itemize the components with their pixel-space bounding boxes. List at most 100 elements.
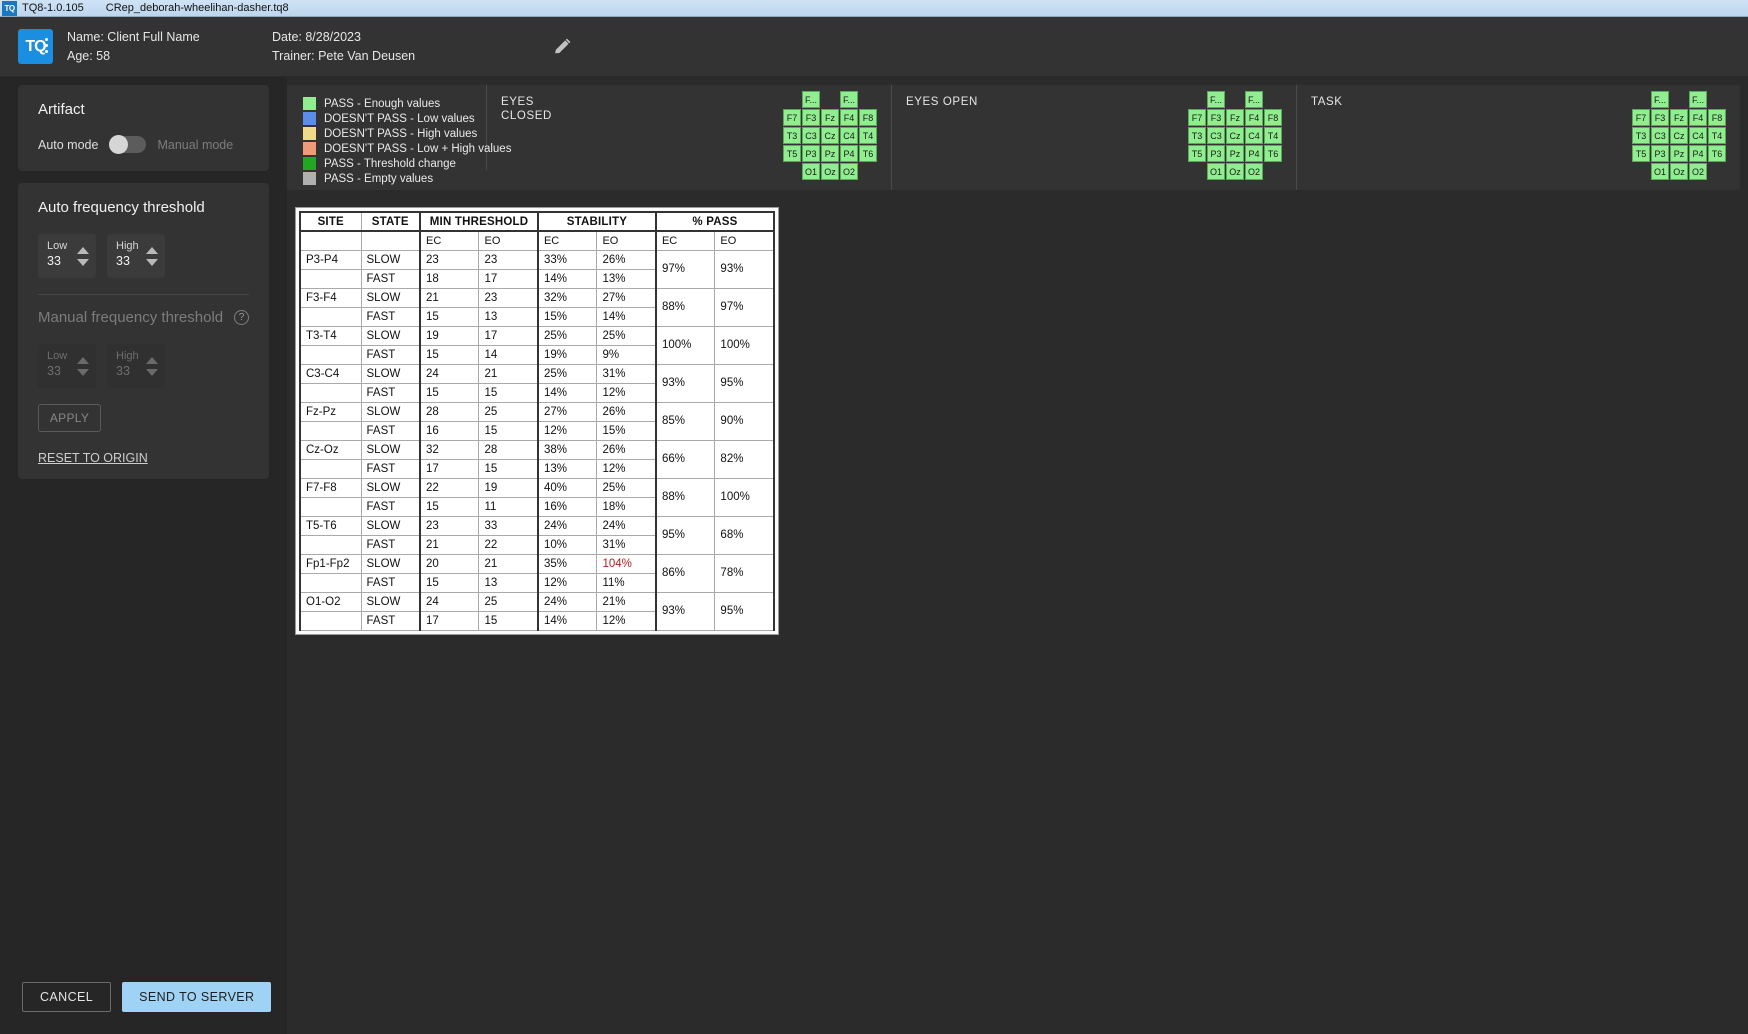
- cell-stability-eo: 104%: [596, 553, 657, 574]
- auto-low-stepper[interactable]: Low 33: [38, 234, 96, 278]
- head-map-site-cell[interactable]: Oz: [821, 163, 839, 180]
- pencil-icon[interactable]: [552, 37, 572, 57]
- head-map-site-cell[interactable]: F3: [802, 109, 820, 126]
- head-map-site-cell[interactable]: F4: [1689, 109, 1707, 126]
- head-map-site-cell[interactable]: T6: [1264, 145, 1282, 162]
- head-map-site-cell[interactable]: F8: [859, 109, 877, 126]
- head-map-site-cell[interactable]: Fz: [821, 109, 839, 126]
- apply-button[interactable]: APPLY: [38, 404, 101, 432]
- reset-to-origin-link[interactable]: RESET TO ORIGIN: [38, 451, 249, 465]
- head-map-site-cell[interactable]: Cz: [821, 127, 839, 144]
- head-map-site-cell[interactable]: O1: [1651, 163, 1669, 180]
- manual-high-decrement-icon[interactable]: [146, 368, 158, 376]
- head-map-site-cell[interactable]: C4: [840, 127, 858, 144]
- head-map-site-cell[interactable]: F7: [1632, 109, 1650, 126]
- head-map-site-cell[interactable]: P3: [1651, 145, 1669, 162]
- table-row[interactable]: Fz-Pz SLOW 28 25 27% 26% 85% 90%: [298, 401, 776, 441]
- head-map-site-cell[interactable]: F...: [1207, 91, 1225, 108]
- legend-label: DOESN'T PASS - Low values: [324, 112, 475, 125]
- head-map-site-cell[interactable]: T3: [1188, 127, 1206, 144]
- head-map-site-cell[interactable]: T4: [859, 127, 877, 144]
- table-row[interactable]: C3-C4 SLOW 24 21 25% 31% 93% 95%: [298, 363, 776, 403]
- head-map-site-cell[interactable]: Cz: [1226, 127, 1244, 144]
- head-map-site-cell[interactable]: F...: [840, 91, 858, 108]
- head-map-site-cell[interactable]: T3: [1632, 127, 1650, 144]
- table-row[interactable]: Cz-Oz SLOW 32 28 38% 26% 66% 82%: [298, 439, 776, 479]
- manual-low-stepper[interactable]: Low 33: [38, 344, 96, 388]
- head-map-site-cell[interactable]: F...: [1689, 91, 1707, 108]
- cell-state: FAST: [360, 306, 421, 327]
- table-row[interactable]: F3-F4 SLOW 21 23 32% 27% 88% 97%: [298, 287, 776, 327]
- auto-high-increment-icon[interactable]: [146, 246, 158, 254]
- table-row[interactable]: O1-O2 SLOW 24 25 24% 21% 93% 95%: [298, 591, 776, 631]
- head-map-site-cell[interactable]: O2: [840, 163, 858, 180]
- artifact-mode-toggle[interactable]: [109, 135, 147, 154]
- head-map-site-cell[interactable]: T4: [1708, 127, 1726, 144]
- head-map-site-cell[interactable]: T6: [859, 145, 877, 162]
- head-map-site-cell[interactable]: T5: [783, 145, 801, 162]
- head-map-site-cell[interactable]: Pz: [821, 145, 839, 162]
- cell-stability-eo: 12%: [596, 610, 657, 631]
- table-row[interactable]: T3-T4 SLOW 19 17 25% 25% 100% 100%: [298, 325, 776, 365]
- head-map-site-cell[interactable]: P3: [1207, 145, 1225, 162]
- cell-state: SLOW: [360, 553, 421, 574]
- head-map-site-cell[interactable]: C4: [1245, 127, 1263, 144]
- head-map-site-cell[interactable]: F8: [1708, 109, 1726, 126]
- question-mark-icon[interactable]: ?: [234, 310, 249, 325]
- table-row[interactable]: P3-P4 SLOW 23 23 33% 26% 97% 93%: [298, 249, 776, 289]
- auto-high-decrement-icon[interactable]: [146, 258, 158, 266]
- head-map-site-cell[interactable]: F7: [1188, 109, 1206, 126]
- head-map-site-cell[interactable]: Pz: [1226, 145, 1244, 162]
- cell-state: SLOW: [360, 363, 421, 384]
- head-map-site-cell[interactable]: F4: [840, 109, 858, 126]
- manual-low-decrement-icon[interactable]: [77, 368, 89, 376]
- head-map-site-cell[interactable]: C4: [1689, 127, 1707, 144]
- head-map-site-cell[interactable]: C3: [1207, 127, 1225, 144]
- manual-high-stepper[interactable]: High 33: [107, 344, 165, 388]
- cancel-button[interactable]: CANCEL: [22, 982, 112, 1012]
- head-map-site-cell[interactable]: P4: [1245, 145, 1263, 162]
- head-map-site-cell[interactable]: O2: [1689, 163, 1707, 180]
- head-map-site-cell[interactable]: Pz: [1670, 145, 1688, 162]
- head-map-site-cell[interactable]: Oz: [1670, 163, 1688, 180]
- manual-high-increment-icon[interactable]: [146, 356, 158, 364]
- cell-min-threshold-eo: 15: [478, 610, 539, 631]
- table-row[interactable]: Fp1-Fp2 SLOW 20 21 35% 104% 86% 78%: [298, 553, 776, 593]
- head-map-site-cell[interactable]: F3: [1651, 109, 1669, 126]
- head-map-site-cell[interactable]: P4: [1689, 145, 1707, 162]
- head-map-site-cell[interactable]: T3: [783, 127, 801, 144]
- send-to-server-button[interactable]: SEND TO SERVER: [122, 982, 272, 1012]
- head-map-site-cell[interactable]: T6: [1708, 145, 1726, 162]
- auto-high-stepper[interactable]: High 33: [107, 234, 165, 278]
- head-map-site-cell[interactable]: F7: [783, 109, 801, 126]
- head-map-site-cell[interactable]: P4: [840, 145, 858, 162]
- head-map-site-cell[interactable]: T5: [1188, 145, 1206, 162]
- head-map-site-cell[interactable]: O1: [1207, 163, 1225, 180]
- head-map-site-cell[interactable]: O2: [1245, 163, 1263, 180]
- auto-low-increment-icon[interactable]: [77, 246, 89, 254]
- head-map-site-cell[interactable]: P3: [802, 145, 820, 162]
- head-map-site-cell[interactable]: Fz: [1670, 109, 1688, 126]
- cell-min-threshold-ec: 32: [419, 439, 480, 460]
- cell-pass-eo: 100%: [714, 325, 776, 365]
- table-row[interactable]: F7-F8 SLOW 22 19 40% 25% 88% 100%: [298, 477, 776, 517]
- client-info: Name: Client Full Name Age: 58: [67, 28, 272, 66]
- head-map-site-cell[interactable]: F...: [1245, 91, 1263, 108]
- head-map-site-cell[interactable]: C3: [802, 127, 820, 144]
- head-map-site-cell[interactable]: Oz: [1226, 163, 1244, 180]
- head-map-site-cell[interactable]: Cz: [1670, 127, 1688, 144]
- head-map-site-cell[interactable]: O1: [802, 163, 820, 180]
- head-map-site-cell[interactable]: C3: [1651, 127, 1669, 144]
- head-map-site-cell[interactable]: F4: [1245, 109, 1263, 126]
- table-row[interactable]: T5-T6 SLOW 23 33 24% 24% 95% 68%: [298, 515, 776, 555]
- head-map-site-cell[interactable]: F8: [1264, 109, 1282, 126]
- cell-stability-eo: 25%: [596, 325, 657, 346]
- head-map-site-cell[interactable]: T4: [1264, 127, 1282, 144]
- manual-low-increment-icon[interactable]: [77, 356, 89, 364]
- head-map-site-cell[interactable]: F3: [1207, 109, 1225, 126]
- head-map-site-cell[interactable]: F...: [1651, 91, 1669, 108]
- head-map-site-cell[interactable]: Fz: [1226, 109, 1244, 126]
- head-map-site-cell[interactable]: T5: [1632, 145, 1650, 162]
- auto-low-decrement-icon[interactable]: [77, 258, 89, 266]
- head-map-site-cell[interactable]: F...: [802, 91, 820, 108]
